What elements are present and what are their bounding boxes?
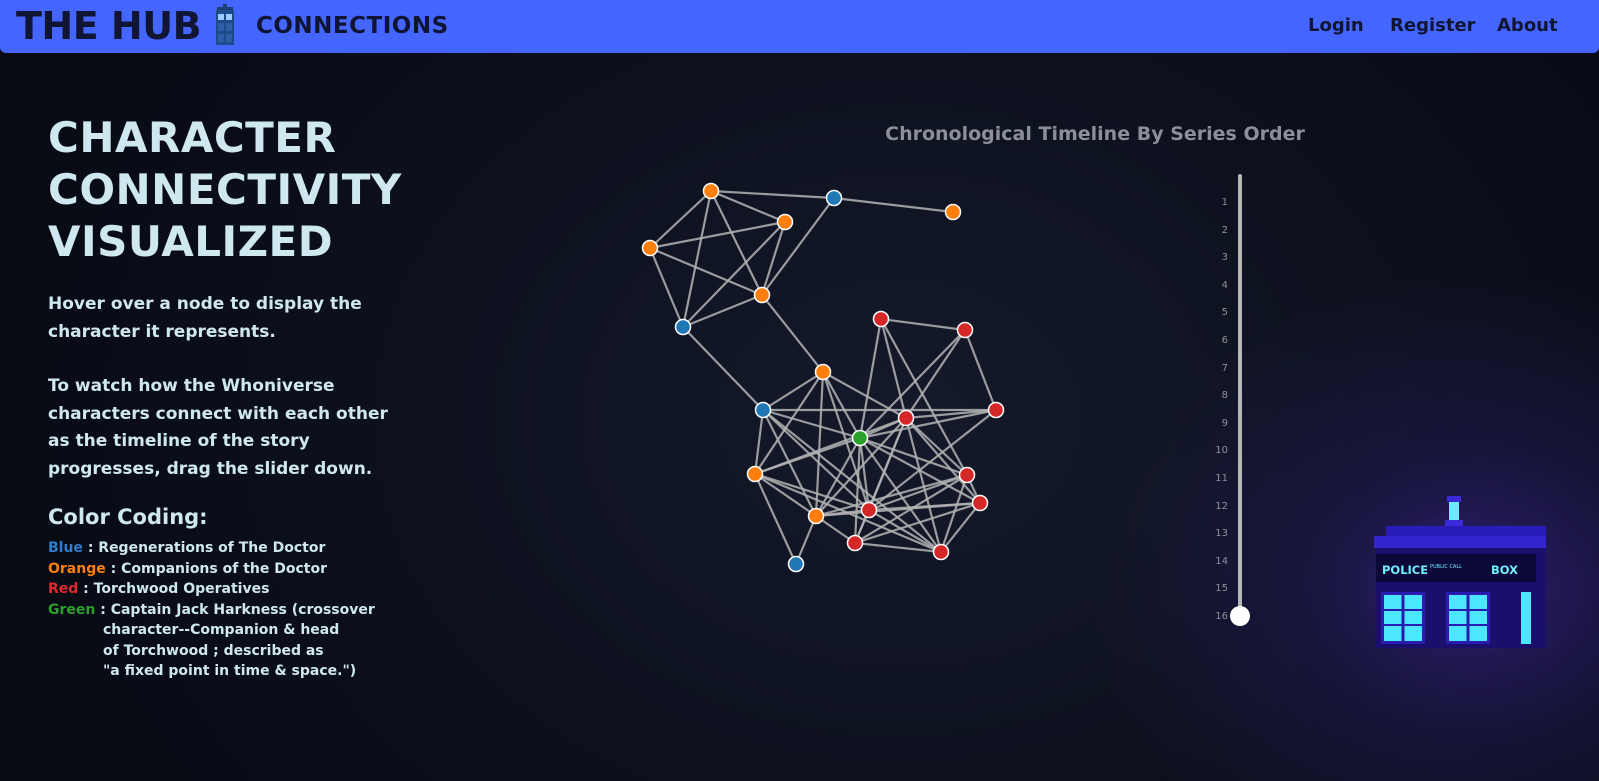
- graph-node-torchwood[interactable]: [971, 494, 989, 512]
- timeline-tick: 11: [1215, 473, 1228, 484]
- legend-desc: : Captain Jack Harkness (crossover: [100, 601, 375, 618]
- nav-about-link[interactable]: About: [1497, 13, 1558, 39]
- legend-desc-continued: of Torchwood ; described as: [103, 642, 324, 659]
- timeline-tick: 12: [1215, 500, 1228, 512]
- color-legend: Blue : Regenerations of The Doctor Orang…: [48, 538, 388, 682]
- timeline-tick: 2: [1221, 224, 1228, 236]
- legend-desc-continued: character--Companion & head: [103, 622, 340, 638]
- legend-key: Red: [48, 581, 79, 597]
- graph-link: [754, 371, 824, 475]
- legend-title: Color Coding:: [48, 505, 208, 529]
- graph-link: [762, 371, 824, 411]
- timeline-tick: 16: [1215, 611, 1228, 622]
- graph-link: [761, 294, 824, 373]
- legend-item-red: Red : Torchwood Operatives: [48, 579, 388, 600]
- graph-link: [754, 436, 861, 476]
- graph-link: [761, 197, 835, 296]
- legend-desc: : Companions of the Doctor: [110, 560, 327, 577]
- brand-subtitle: CONNECTIONS: [256, 13, 449, 39]
- graph-node-companion[interactable]: [641, 239, 659, 257]
- tardis-image: POLICE PUBLIC CALL BOX: [1356, 496, 1552, 654]
- headline-line: CONNECTIVITY: [48, 165, 402, 214]
- graph-link: [905, 329, 966, 419]
- legend-desc: : Regenerations of The Doctor: [87, 540, 326, 556]
- tardis-sign-right: BOX: [1491, 563, 1518, 577]
- graph-node-companion[interactable]: [776, 213, 794, 231]
- tardis-icon: [216, 4, 234, 45]
- page-headline: CHARACTER CONNECTIVITY VISUALIZED: [48, 112, 408, 268]
- graph-node-companion[interactable]: [944, 203, 962, 221]
- graph-node-companion[interactable]: [807, 507, 825, 525]
- graph-node-companion[interactable]: [814, 363, 832, 381]
- legend-desc-continued: "a fixed point in time & space."): [103, 663, 357, 679]
- timeline-tick: 3: [1221, 252, 1228, 264]
- graph-link: [710, 190, 763, 296]
- timeline-tick: 15: [1215, 583, 1228, 595]
- timeline-tick: 14: [1215, 555, 1228, 567]
- timeline-tick: 1: [1221, 197, 1228, 208]
- brand-title[interactable]: THE HUB: [16, 3, 202, 49]
- timeline-tick: 7: [1221, 362, 1228, 374]
- graph-node-companion[interactable]: [753, 286, 771, 304]
- graph-node-torchwood[interactable]: [872, 310, 890, 328]
- graph-node-torchwood[interactable]: [987, 401, 1005, 419]
- graph-node-companion[interactable]: [746, 465, 764, 483]
- timeline-tick: 4: [1221, 279, 1228, 291]
- tardis-sign-small: PUBLIC CALL: [1430, 564, 1462, 570]
- timeline-tick: 9: [1221, 417, 1228, 429]
- graph-link: [682, 293, 763, 329]
- graph-node-doctor[interactable]: [674, 318, 692, 336]
- graph-link: [754, 472, 870, 512]
- timeline-tick: 8: [1221, 390, 1228, 402]
- graph-link: [905, 408, 997, 420]
- graph-node-torchwood[interactable]: [897, 409, 915, 427]
- graph-link: [762, 409, 942, 553]
- navbar: THE HUB CONNECTIONS Login Register About: [0, 0, 1599, 53]
- graph-node-doctor[interactable]: [754, 401, 772, 419]
- character-network-graph[interactable]: [600, 150, 1040, 590]
- graph-node-torchwood[interactable]: [956, 321, 974, 339]
- tardis-sign-left: POLICE: [1382, 563, 1428, 577]
- timeline-slider-track[interactable]: [1238, 174, 1242, 618]
- graph-node-jack[interactable]: [851, 429, 869, 447]
- nav-login-link[interactable]: Login: [1308, 13, 1364, 39]
- graph-link: [853, 437, 862, 544]
- graph-link: [710, 189, 835, 200]
- legend-desc: : Torchwood Operatives: [83, 581, 270, 597]
- timeline-tick: 5: [1221, 307, 1228, 319]
- headline-line: CHARACTER: [48, 113, 337, 162]
- graph-link: [880, 317, 966, 332]
- timeline-tick: 10: [1215, 445, 1228, 457]
- headline-line: VISUALIZED: [48, 217, 334, 266]
- graph-link: [682, 326, 764, 411]
- graph-link: [859, 408, 997, 440]
- hover-instructions: Hover over a node to display the charact…: [48, 294, 362, 342]
- graph-link: [963, 329, 998, 411]
- legend-key: Blue: [48, 540, 83, 556]
- legend-key: Orange: [48, 560, 106, 577]
- graph-title: Chronological Timeline By Series Order: [885, 123, 1305, 145]
- graph-node-torchwood[interactable]: [932, 543, 950, 561]
- timeline-instructions: To watch how the Whoniverse characters c…: [48, 376, 388, 479]
- legend-key: Green: [48, 601, 96, 618]
- graph-link: [681, 190, 713, 328]
- timeline-tick: 6: [1221, 335, 1228, 346]
- graph-node-torchwood[interactable]: [860, 501, 878, 519]
- graph-node-companion[interactable]: [702, 182, 720, 200]
- legend-item-blue: Blue : Regenerations of The Doctor: [48, 538, 388, 559]
- timeline-tick: 13: [1215, 528, 1228, 540]
- graph-node-doctor[interactable]: [825, 189, 843, 207]
- legend-item-green: Green : Captain Jack Harkness (crossover: [48, 600, 388, 621]
- graph-node-torchwood[interactable]: [958, 466, 976, 484]
- graph-node-doctor[interactable]: [787, 555, 805, 573]
- graph-node-torchwood[interactable]: [846, 534, 864, 552]
- nav-register-link[interactable]: Register: [1390, 13, 1476, 39]
- timeline-slider-thumb[interactable]: [1230, 606, 1250, 626]
- legend-item-orange: Orange : Companions of the Doctor: [48, 559, 388, 580]
- graph-link: [833, 196, 954, 214]
